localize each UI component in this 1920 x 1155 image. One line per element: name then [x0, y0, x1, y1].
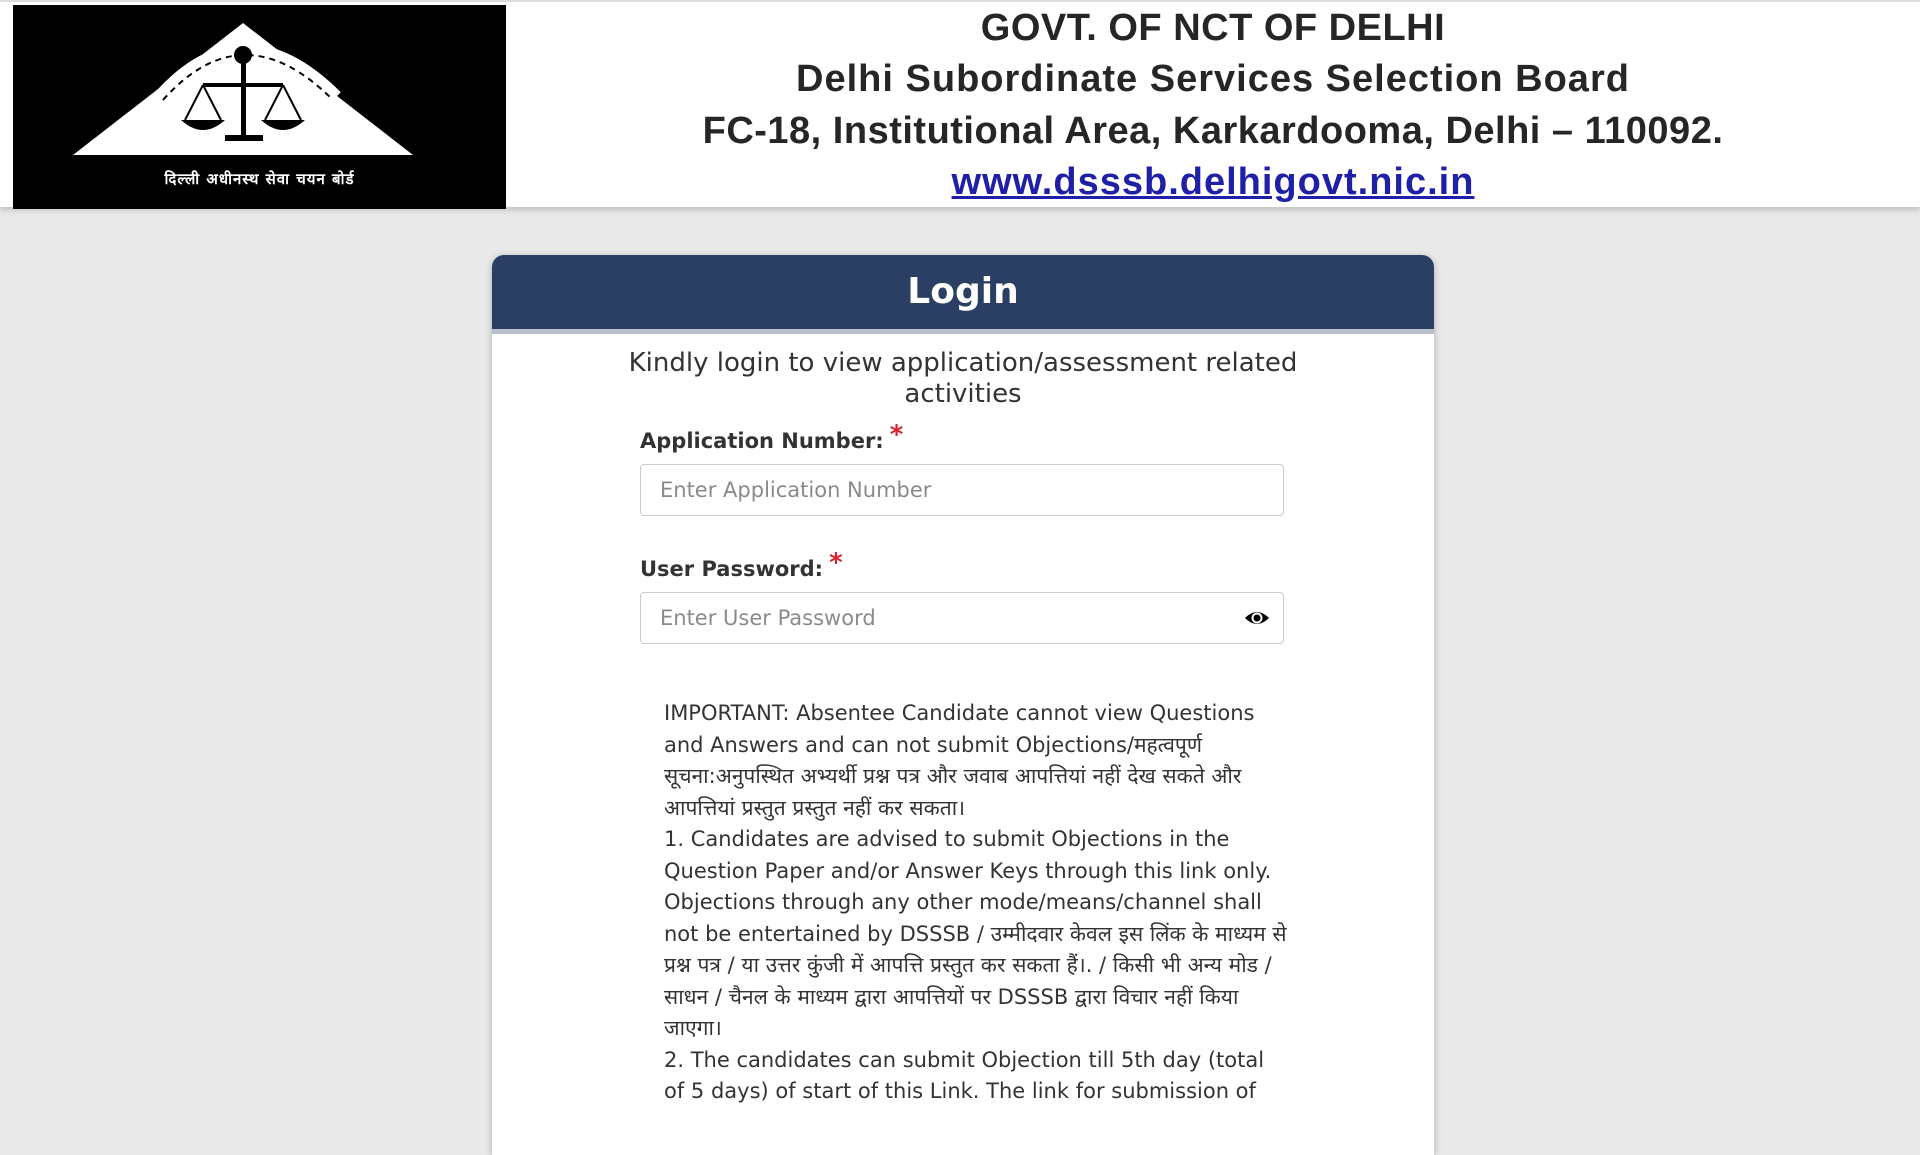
password-label: User Password: *: [640, 548, 1284, 584]
board-address: FC-18, Institutional Area, Karkardooma, …: [702, 110, 1724, 152]
password-label-text: User Password:: [640, 557, 824, 581]
password-wrap: [640, 592, 1284, 644]
application-number-wrap: [640, 464, 1284, 516]
website-link[interactable]: www.dsssb.delhigovt.nic.in: [952, 161, 1475, 203]
notice-point-1: 1. Candidates are advised to submit Obje…: [664, 827, 1287, 1040]
login-card: Login Kindly login to view application/a…: [492, 255, 1434, 1155]
notice-important: IMPORTANT: Absentee Candidate cannot vie…: [664, 701, 1255, 820]
login-title: Login: [492, 255, 1434, 334]
site-header: दिल्ली अधीनस्थ सेवा चयन बोर्ड GOVT. OF N…: [0, 0, 1920, 209]
eye-icon[interactable]: [1244, 607, 1270, 629]
govt-title: GOVT. OF NCT OF DELHI: [980, 7, 1446, 49]
login-form: Application Number:* User Password:*: [640, 420, 1284, 644]
password-input[interactable]: [640, 592, 1284, 644]
notice-point-2: 2. The candidates can submit Objection t…: [664, 1047, 1265, 1104]
application-number-label-text: Application Number:: [640, 429, 884, 453]
dsssb-logo: दिल्ली अधीनस्थ सेवा चयन बोर्ड: [13, 5, 506, 209]
login-intro: Kindly login to view application/assessm…: [628, 348, 1298, 409]
required-mark: *: [829, 548, 843, 578]
board-name: Delhi Subordinate Services Selection Boa…: [796, 58, 1630, 100]
application-number-label: Application Number: *: [640, 420, 1284, 456]
application-number-input[interactable]: [640, 464, 1284, 516]
logo-caption: दिल्ली अधीनस्थ सेवा चयन बोर्ड: [164, 170, 355, 188]
important-notice: IMPORTANT: Absentee Candidate cannot vie…: [664, 698, 1289, 1108]
required-mark: *: [889, 420, 904, 450]
header-text-block: GOVT. OF NCT OF DELHI Delhi Subordinate …: [506, 2, 1920, 207]
